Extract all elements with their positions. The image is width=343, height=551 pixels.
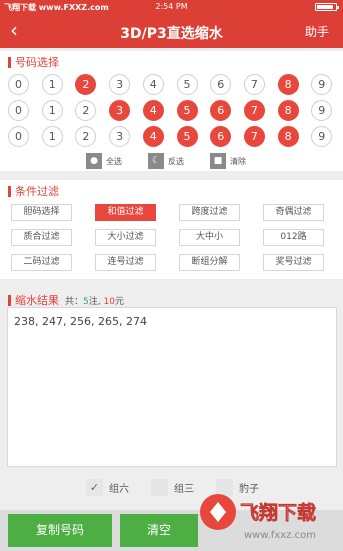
status-time: 2:54 PM [155,2,188,11]
group3-checkbox[interactable]: 组三 [151,478,194,496]
number-ball[interactable]: 5 [176,100,198,121]
number-ball[interactable]: 2 [75,74,97,95]
number-ball[interactable]: 8 [277,74,299,95]
page-title: 3D/P3直选缩水 [120,26,223,42]
select-all-button[interactable]: ● 全选 [86,153,122,169]
invert-button[interactable]: ☾ 反选 [148,153,184,169]
result-heading: 缩水结果 共：5注, 10元 [8,292,124,308]
filter-button[interactable]: 奇偶过滤 [263,204,324,221]
number-select-heading: 号码选择 [8,54,59,70]
ball-row-3: 0123456789 [0,126,343,148]
moon-icon: ☾ [148,153,164,169]
filter-button[interactable]: 跨度过滤 [179,204,240,221]
number-ball[interactable]: 9 [311,126,333,147]
number-ball[interactable]: 3 [109,100,131,121]
filter-button[interactable]: 奖号过滤 [263,254,324,271]
number-ball[interactable]: 5 [176,74,198,95]
result-amount: 10 [103,296,115,307]
check-icon: ✓ [86,478,103,496]
number-ball[interactable]: 3 [109,126,131,147]
number-ball[interactable]: 9 [311,74,333,95]
svg-text:飞翔下载: 飞翔下载 [240,501,316,524]
number-ball[interactable]: 6 [210,126,232,147]
number-ball[interactable]: 0 [8,100,29,121]
number-ball[interactable]: 1 [41,126,63,147]
filter-button[interactable]: 012路 [263,229,324,246]
number-ball[interactable]: 7 [243,74,265,95]
filter-button[interactable]: 质合过滤 [11,229,72,246]
watermark-logo: 飞翔下载 www.fxxz.com [200,494,316,541]
copy-numbers-button[interactable]: 复制号码 [8,514,112,547]
number-ball[interactable]: 1 [41,100,63,121]
circle-icon: ● [86,153,102,169]
status-bar: 飞翔下载 www.FXXZ.com 2:54 PM [0,0,343,14]
number-ball[interactable]: 1 [41,74,63,95]
clear-all-button[interactable]: 清空 [120,514,198,547]
number-ball[interactable]: 3 [109,74,131,95]
number-ball[interactable]: 4 [142,126,164,147]
help-button[interactable]: 助手 [305,23,329,40]
trash-icon: ■ [210,153,226,169]
number-ball[interactable]: 2 [75,126,97,147]
filter-section: 条件过滤 胆码选择 和值过滤 跨度过滤 奇偶过滤质合过滤 大小过滤 大中小 012路二码过滤… [0,180,343,279]
nav-bar: ‹ 3D/P3直选缩水 助手 [0,14,343,48]
clear-button[interactable]: ■ 清除 [210,153,246,169]
filter-button[interactable]: 大中小 [179,229,240,246]
number-ball[interactable]: 6 [210,100,232,121]
number-ball[interactable]: 0 [8,126,29,147]
filter-button[interactable]: 断组分解 [179,254,240,271]
number-ball[interactable]: 9 [311,100,333,121]
number-ball[interactable]: 8 [277,100,299,121]
number-ball[interactable]: 4 [142,74,164,95]
filter-button[interactable]: 和值过滤 [95,204,156,221]
svg-text:www.fxxz.com: www.fxxz.com [244,530,316,541]
number-ball[interactable]: 4 [142,100,164,121]
number-select-section: 号码选择 0123456789 0123456789 0123456789 ● 全… [0,51,343,171]
filter-button[interactable]: 二码过滤 [11,254,72,271]
filter-button[interactable]: 大小过滤 [95,229,156,246]
number-ball[interactable]: 5 [176,126,198,147]
ball-row-2: 0123456789 [0,100,343,122]
number-ball[interactable]: 2 [75,100,97,121]
number-ball[interactable]: 7 [243,100,265,121]
filter-button[interactable]: 胆码选择 [11,204,72,221]
ball-row-1: 0123456789 [0,74,343,96]
group6-checkbox[interactable]: ✓ 组六 [86,478,129,496]
filter-heading: 条件过滤 [8,183,59,199]
number-ball[interactable]: 6 [210,74,232,95]
number-ball[interactable]: 7 [243,126,265,147]
number-ball[interactable]: 8 [277,126,299,147]
filter-button[interactable]: 连号过滤 [95,254,156,271]
number-ball[interactable]: 0 [8,74,29,95]
battery-icon [315,3,339,11]
result-summary: 共：5注, 10元 [65,296,124,307]
result-textarea[interactable]: 238, 247, 256, 265, 274 [7,307,337,467]
